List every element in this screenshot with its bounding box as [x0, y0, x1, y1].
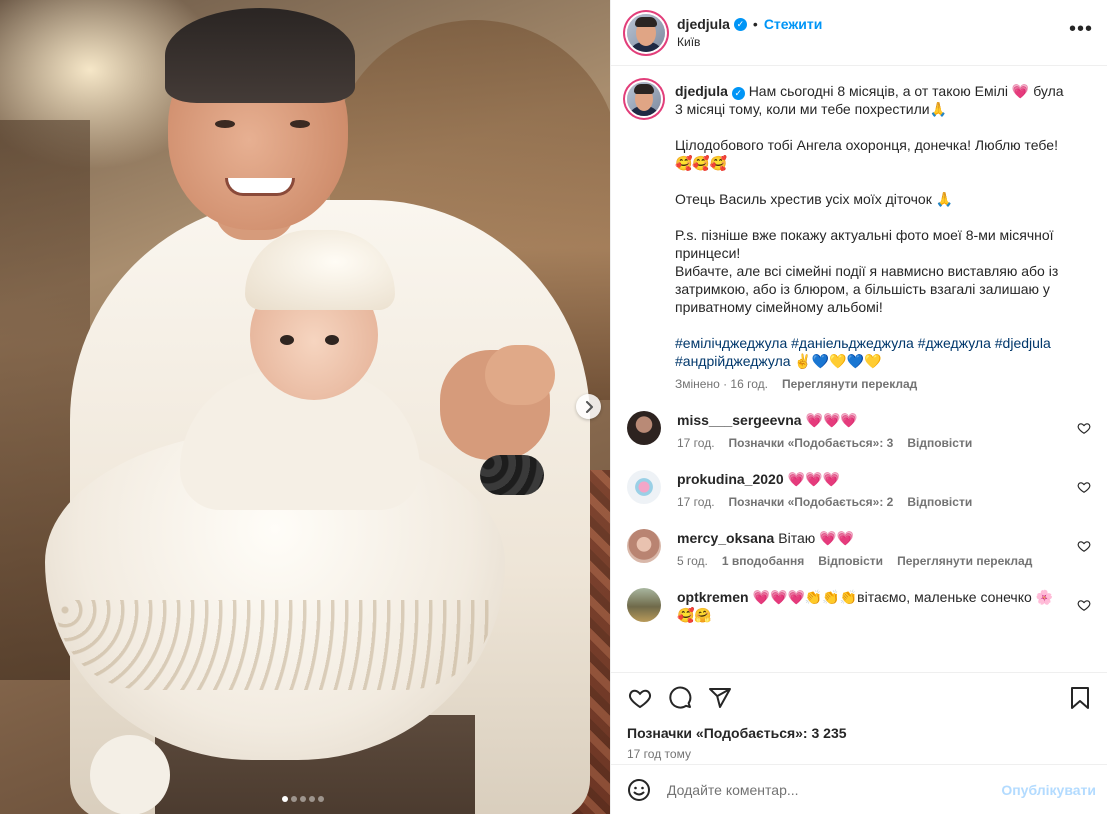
- comment-input[interactable]: [667, 781, 1002, 798]
- chevron-right-icon: [585, 400, 593, 413]
- carousel-dot: [291, 796, 297, 802]
- like-button[interactable]: [627, 685, 653, 711]
- commenter-avatar[interactable]: [627, 411, 661, 445]
- comments-scroll-area[interactable]: djedjula ✓ Нам сьогодні 8 місяців, а от …: [611, 66, 1107, 672]
- see-translation-link[interactable]: Переглянути переклад: [897, 552, 1032, 570]
- post-time: 17 год тому: [627, 747, 691, 761]
- baby-hand: [485, 345, 555, 405]
- comment-time: 5 год.: [677, 554, 708, 568]
- follow-button[interactable]: Стежити: [764, 16, 823, 32]
- caption-hashtags[interactable]: #емілічджеджула #даніельджеджула #джеджу…: [675, 334, 1075, 370]
- commenter-username[interactable]: optkremen: [677, 589, 749, 605]
- comment-text: Вітаю 💗💗: [778, 530, 855, 546]
- add-comment-bar: Опублікувати: [611, 764, 1107, 814]
- verified-badge-icon: ✓: [733, 17, 747, 31]
- man-smile: [225, 178, 295, 196]
- caption-author-avatar[interactable]: [627, 82, 661, 116]
- commenter-username[interactable]: prokudina_2020: [677, 471, 784, 487]
- post-header: djedjula ✓ • Стежити Київ •••: [611, 0, 1107, 66]
- comment-item: mercy_oksana Вітаю 💗💗 5 год. 1 вподобання…: [627, 529, 1091, 570]
- see-translation-link[interactable]: Переглянути переклад: [782, 375, 917, 393]
- like-comment-heart-icon[interactable]: [1077, 598, 1091, 612]
- bracelet: [480, 455, 544, 495]
- comment-likes[interactable]: 1 вподобання: [722, 552, 804, 570]
- likes-count[interactable]: Позначки «Подобається»: 3 235: [627, 725, 1093, 741]
- publish-button[interactable]: Опублікувати: [1001, 782, 1096, 798]
- man-eye: [215, 120, 235, 128]
- caption-line: Цілодобового тобі Ангела охоронця, донеч…: [675, 137, 1058, 171]
- comment-likes[interactable]: Позначки «Подобається»: 2: [729, 493, 894, 511]
- like-comment-heart-icon[interactable]: [1077, 421, 1091, 435]
- post-side-panel: djedjula ✓ • Стежити Київ ••• djedjula ✓: [610, 0, 1107, 814]
- comment-text: 💗💗💗: [787, 471, 840, 487]
- separator-dot: •: [752, 16, 758, 32]
- baby-dress-lace: [55, 600, 495, 690]
- author-avatar[interactable]: [627, 13, 665, 52]
- comment-text: 💗💗💗: [805, 412, 858, 428]
- comment-item: prokudina_2020 💗💗💗 17 год. Позначки «Подо…: [627, 470, 1091, 511]
- author-username[interactable]: djedjula: [677, 16, 730, 32]
- comment-time: 17 год.: [677, 495, 715, 509]
- baby-leg: [90, 735, 170, 814]
- like-comment-heart-icon[interactable]: [1077, 539, 1091, 553]
- carousel-dot: [318, 796, 324, 802]
- commenter-avatar[interactable]: [627, 529, 661, 563]
- heart-icon: [628, 689, 652, 709]
- next-slide-button[interactable]: [576, 394, 601, 419]
- carousel-dot: [300, 796, 306, 802]
- like-comment-heart-icon[interactable]: [1077, 480, 1091, 494]
- emoji-icon[interactable]: [627, 778, 651, 802]
- comment-button[interactable]: [667, 685, 693, 711]
- caption-line: P.s. пізніше вже покажу актуальні фото м…: [675, 227, 1054, 261]
- commenter-avatar[interactable]: [627, 588, 661, 622]
- carousel-indicator: [282, 796, 324, 802]
- comment-item: miss___sergeevna 💗💗💗 17 год. Позначки «По…: [627, 411, 1091, 452]
- man-eye: [290, 120, 310, 128]
- reply-button[interactable]: Відповісти: [818, 552, 883, 570]
- more-options-icon[interactable]: •••: [1069, 19, 1093, 47]
- baby-eye: [280, 335, 294, 345]
- comment-item: optkremen 💗💗💗👏👏👏вітаємо, маленьке сонечко…: [627, 588, 1091, 624]
- comment-likes[interactable]: Позначки «Подобається»: 3: [729, 434, 894, 452]
- post-photo[interactable]: [0, 0, 610, 814]
- verified-badge-icon: ✓: [731, 86, 745, 100]
- commenter-username[interactable]: mercy_oksana: [677, 530, 774, 546]
- comment-icon: [669, 686, 692, 709]
- comment-time: 17 год.: [677, 436, 715, 450]
- carousel-dot: [309, 796, 315, 802]
- baby-eye: [325, 335, 339, 345]
- caption-edited-time: Змінено · 16 год.: [675, 377, 768, 391]
- commenter-avatar[interactable]: [627, 470, 661, 504]
- save-button[interactable]: [1067, 685, 1093, 711]
- paper-plane-icon: [709, 688, 731, 708]
- caption-line: Отець Василь хрестив усіх моїх діточок 🙏: [675, 191, 954, 207]
- reply-button[interactable]: Відповісти: [907, 493, 972, 511]
- caption-line: Вибачте, але всі сімейні події я навмисн…: [675, 263, 1059, 315]
- commenter-username[interactable]: miss___sergeevna: [677, 412, 802, 428]
- man-hair: [165, 8, 355, 103]
- carousel-dot: [282, 796, 288, 802]
- post-location[interactable]: Київ: [677, 35, 1069, 49]
- post-caption: djedjula ✓ Нам сьогодні 8 місяців, а от …: [627, 82, 1091, 393]
- caption-username[interactable]: djedjula: [675, 83, 728, 99]
- post-dialog: djedjula ✓ • Стежити Київ ••• djedjula ✓: [0, 0, 1107, 814]
- reply-button[interactable]: Відповісти: [907, 434, 972, 452]
- share-button[interactable]: [707, 685, 733, 711]
- bookmark-icon: [1071, 687, 1089, 709]
